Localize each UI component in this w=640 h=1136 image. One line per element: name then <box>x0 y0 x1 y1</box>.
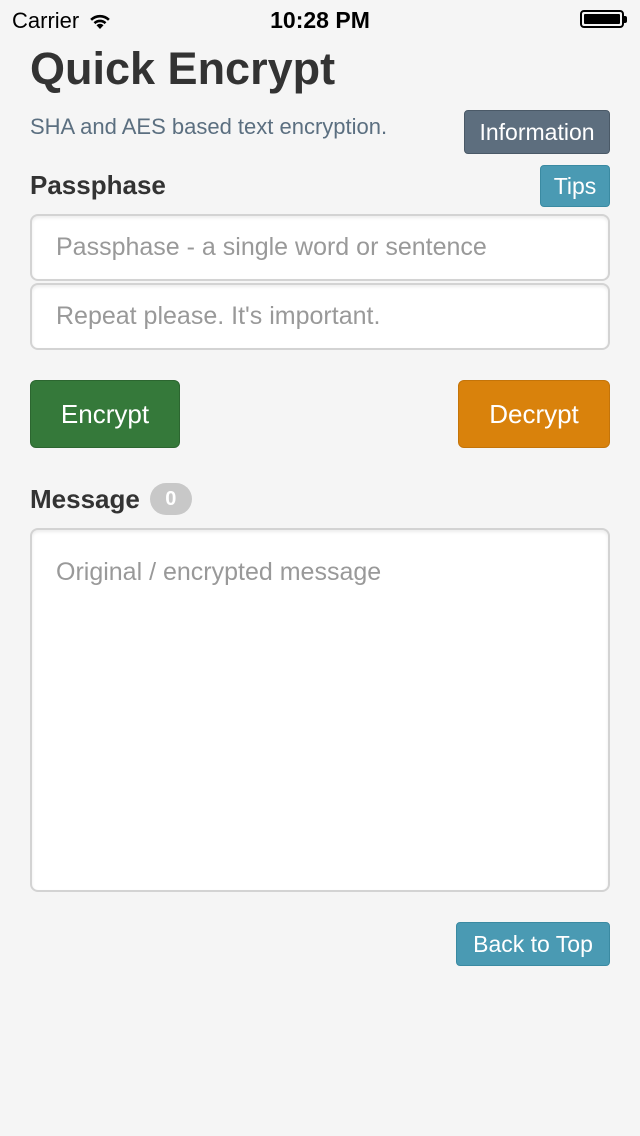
battery-icon <box>580 10 630 30</box>
page-title: Quick Encrypt <box>30 43 336 94</box>
page-subtitle: SHA and AES based text encryption. <box>30 114 388 139</box>
status-bar: Carrier 10:28 PM <box>0 0 640 40</box>
tips-button[interactable]: Tips <box>540 165 610 207</box>
passphrase-label: Passphase <box>30 170 166 200</box>
message-count-badge: 0 <box>149 483 192 515</box>
encrypt-button[interactable]: Encrypt <box>30 380 180 448</box>
decrypt-button[interactable]: Decrypt <box>458 380 610 448</box>
passphrase-repeat-input[interactable] <box>30 283 610 350</box>
message-label: Message <box>30 483 140 514</box>
message-textarea[interactable] <box>30 528 610 892</box>
information-button[interactable]: Information <box>464 110 610 154</box>
back-to-top-button[interactable]: Back to Top <box>456 922 610 966</box>
clock: 10:28 PM <box>270 7 370 33</box>
passphrase-input[interactable] <box>30 214 610 281</box>
message-label-row: Message 0 <box>30 483 192 515</box>
